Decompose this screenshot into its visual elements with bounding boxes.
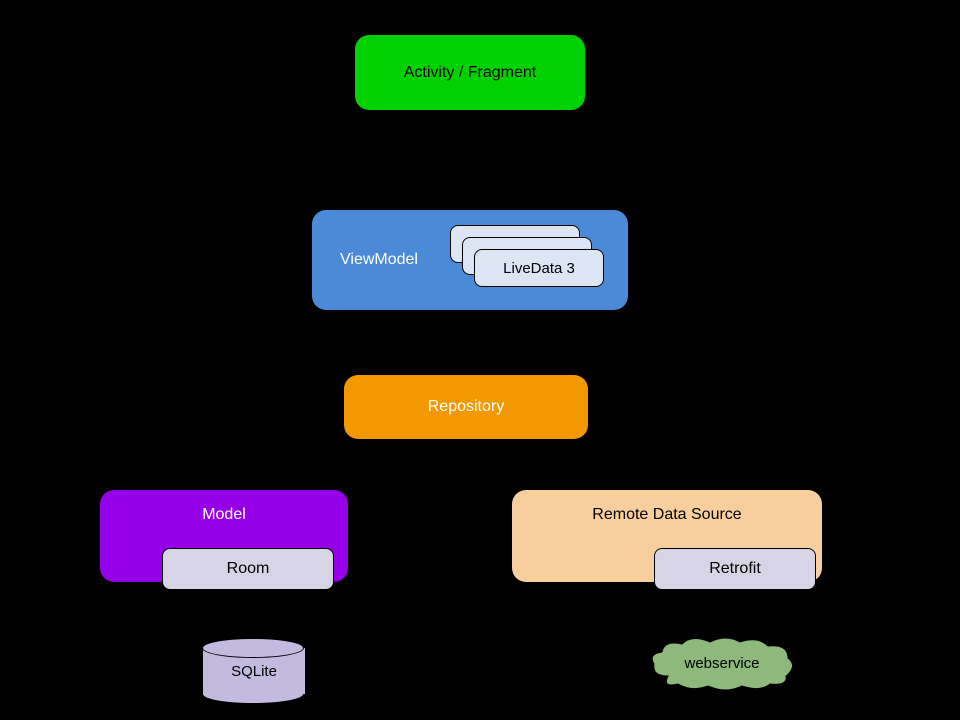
webservice-label: webservice xyxy=(684,655,759,672)
model-label: Model xyxy=(202,506,246,524)
node-retrofit: Retrofit xyxy=(654,548,816,590)
sqlite-label: SQLite xyxy=(231,663,277,680)
retrofit-label: Retrofit xyxy=(709,560,761,578)
node-activity-fragment: Activity / Fragment xyxy=(355,35,585,110)
cylinder-top-icon xyxy=(202,638,304,658)
repository-label: Repository xyxy=(428,398,504,416)
node-sqlite-database: SQLite xyxy=(202,638,304,704)
activity-label: Activity / Fragment xyxy=(404,64,536,82)
node-livedata: LiveData 3 xyxy=(474,249,604,287)
livedata-label: LiveData 3 xyxy=(503,260,575,277)
remote-label: Remote Data Source xyxy=(592,506,741,524)
node-webservice-cloud: webservice xyxy=(648,636,796,690)
node-room: Room xyxy=(162,548,334,590)
room-label: Room xyxy=(227,560,270,578)
node-repository: Repository xyxy=(344,375,588,439)
viewmodel-label: ViewModel xyxy=(340,251,418,269)
